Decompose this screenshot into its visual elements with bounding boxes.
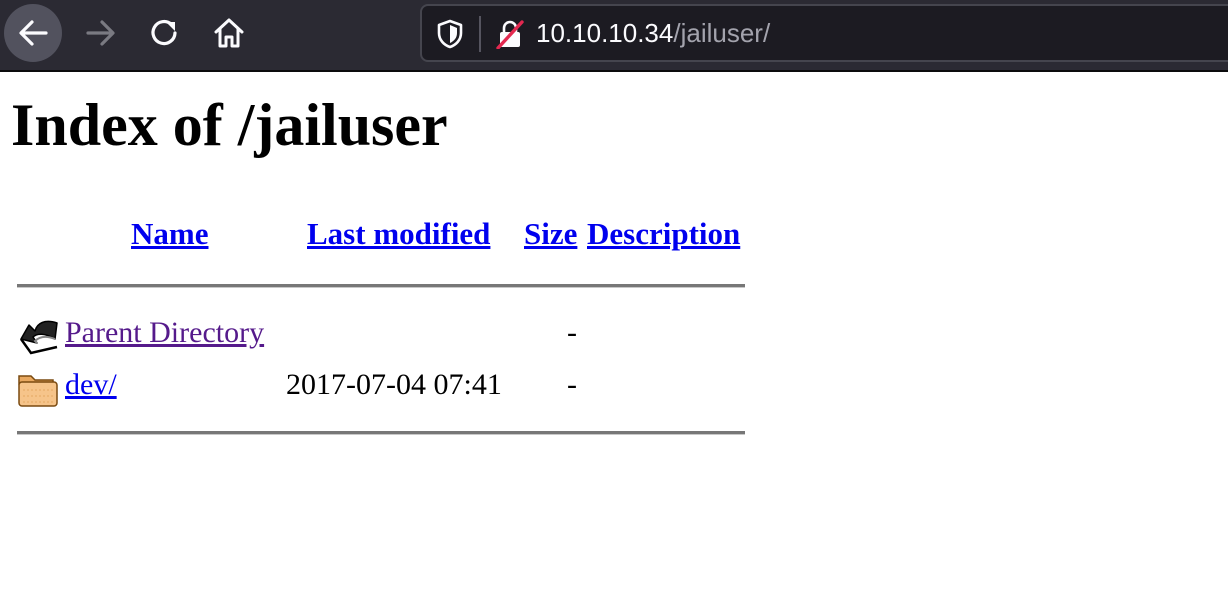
column-header-name[interactable]: Name: [131, 216, 208, 252]
column-header-size[interactable]: Size: [524, 216, 577, 252]
list-item-link[interactable]: dev/: [65, 368, 117, 402]
list-item-link[interactable]: Parent Directory: [65, 316, 264, 350]
column-header-last-modified[interactable]: Last modified: [307, 216, 490, 252]
column-header-description[interactable]: Description: [587, 216, 740, 252]
list-item-last-modified: 2017-07-04 07:41: [286, 368, 502, 401]
page-title: Index of /jailuser: [11, 92, 448, 158]
back-icon: [19, 320, 58, 355]
folder-icon: [18, 375, 58, 407]
top-divider: [17, 284, 745, 288]
directory-listing: Index of /jailuser Name Last modified Si…: [0, 0, 1228, 610]
list-item-size: -: [567, 368, 577, 401]
bottom-divider: [17, 431, 745, 435]
list-item-size: -: [567, 316, 577, 349]
